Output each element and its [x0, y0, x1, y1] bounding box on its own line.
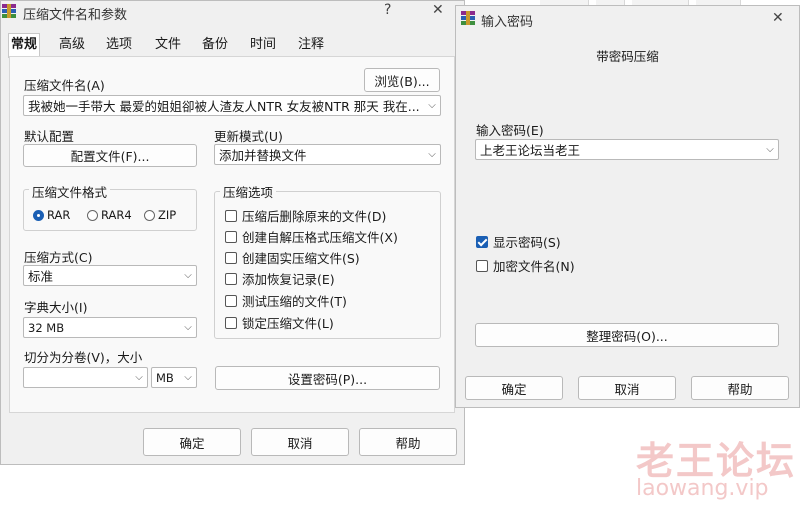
- format-label: RAR4: [101, 208, 132, 222]
- winrar-app-icon: [461, 11, 475, 25]
- close-icon[interactable]: ✕: [772, 10, 784, 26]
- split-size-input[interactable]: ⌵: [23, 367, 148, 388]
- checkbox-icon: [225, 251, 237, 264]
- profiles-button[interactable]: 配置文件(F)...: [23, 144, 197, 167]
- cancel-button[interactable]: 取消: [251, 428, 349, 456]
- option-solid[interactable]: 创建固实压缩文件(S): [225, 248, 360, 267]
- format-label: RAR: [47, 208, 71, 222]
- dictionary-size-select[interactable]: 32 MB ⌵: [23, 317, 197, 338]
- radio-icon: [87, 209, 98, 221]
- tab-time[interactable]: 时间: [248, 34, 278, 56]
- option-lock-archive[interactable]: 锁定压缩文件(L): [225, 313, 334, 332]
- option-delete-after[interactable]: 压缩后删除原来的文件(D): [225, 206, 386, 225]
- tab-general[interactable]: 常规: [8, 33, 41, 58]
- show-password-label: 显示密码(S): [493, 235, 561, 250]
- option-label: 添加恢复记录(E): [242, 272, 335, 287]
- general-tab-panel: 压缩文件名(A) 浏览(B)... 我被她一手带大 最爱的姐姐卻被人渣友人NTR…: [9, 56, 455, 413]
- chevron-down-icon: ⌵: [184, 372, 192, 383]
- split-volumes-label: 切分为分卷(V)，大小: [24, 350, 143, 365]
- window-title: 压缩文件名和参数: [23, 8, 128, 23]
- chevron-down-icon: ⌵: [428, 149, 436, 160]
- enter-password-label: 输入密码(E): [476, 123, 544, 138]
- checkbox-icon: [225, 316, 237, 329]
- checkbox-icon: [225, 272, 237, 285]
- radio-icon: [144, 209, 155, 221]
- title-bar: 压缩文件名和参数 ? ✕: [1, 1, 464, 23]
- update-mode-select[interactable]: 添加并替换文件 ⌵: [214, 144, 441, 165]
- option-label: 锁定压缩文件(L): [242, 316, 334, 331]
- tab-comment[interactable]: 注释: [296, 34, 326, 56]
- chevron-down-icon: ⌵: [428, 100, 436, 111]
- compression-method-select[interactable]: 标准 ⌵: [23, 265, 197, 286]
- checkbox-icon: [225, 209, 237, 222]
- encrypt-filenames-checkbox[interactable]: 加密文件名(N): [476, 256, 575, 275]
- chevron-down-icon: ⌵: [135, 372, 143, 383]
- browse-button[interactable]: 浏览(B)...: [364, 68, 440, 92]
- format-radio-rar[interactable]: RAR: [33, 208, 70, 222]
- option-recovery-record[interactable]: 添加恢复记录(E): [225, 269, 335, 288]
- help-button[interactable]: 帮助: [359, 428, 457, 456]
- option-label: 压缩后删除原来的文件(D): [242, 209, 387, 224]
- format-label: ZIP: [158, 208, 177, 222]
- chevron-down-icon: ⌵: [184, 322, 192, 333]
- split-unit-value: MB: [156, 370, 174, 385]
- chevron-down-icon: ⌵: [766, 144, 774, 155]
- update-mode-label: 更新模式(U): [214, 129, 283, 144]
- tab-backup[interactable]: 备份: [200, 34, 230, 56]
- option-label: 测试压缩的文件(T): [242, 294, 347, 309]
- checkbox-icon: [225, 294, 237, 307]
- dictionary-size-value: 32 MB: [28, 320, 65, 335]
- dialog-heading: 带密码压缩: [596, 49, 659, 64]
- checkbox-icon: [476, 259, 488, 272]
- split-unit-select[interactable]: MB ⌵: [151, 367, 197, 388]
- archive-format-label: 压缩文件格式: [29, 182, 111, 201]
- set-password-button[interactable]: 设置密码(P)...: [215, 366, 440, 390]
- checkbox-icon: [225, 230, 237, 243]
- tab-options[interactable]: 选项: [104, 34, 134, 56]
- format-radio-zip[interactable]: ZIP: [144, 208, 176, 222]
- dialog-title: 输入密码: [481, 15, 534, 30]
- dictionary-size-label: 字典大小(I): [24, 300, 88, 315]
- winrar-app-icon: [2, 4, 16, 18]
- dialog-cancel-button[interactable]: 取消: [578, 376, 676, 400]
- watermark-url: laowang.vip: [636, 476, 769, 501]
- password-dialog: 输入密码 ✕ 带密码压缩 输入密码(E) 上老王论坛当老王 ⌵ 显示密码(S) …: [455, 5, 800, 408]
- archive-name-value: 我被她一手带大 最爱的姐姐卻被人渣友人NTR 女友被NTR 那天 我在...: [28, 99, 420, 114]
- archive-name-label: 压缩文件名(A): [24, 78, 105, 93]
- help-title-button[interactable]: ?: [384, 2, 391, 18]
- ok-button[interactable]: 确定: [143, 428, 241, 456]
- archive-name-field[interactable]: 我被她一手带大 最爱的姐姐卻被人渣友人NTR 女友被NTR 那天 我在... ⌵: [23, 95, 441, 116]
- option-label: 创建固实压缩文件(S): [242, 251, 360, 266]
- chevron-down-icon: ⌵: [184, 270, 192, 281]
- checkbox-checked-icon: [476, 235, 488, 248]
- option-label: 创建自解压格式压缩文件(X): [242, 230, 398, 245]
- option-sfx[interactable]: 创建自解压格式压缩文件(X): [225, 227, 398, 246]
- password-value: 上老王论坛当老王: [480, 143, 581, 158]
- radio-selected-icon: [33, 209, 44, 221]
- close-icon[interactable]: ✕: [432, 2, 444, 18]
- compression-options-label: 压缩选项: [220, 182, 277, 201]
- encrypt-filenames-label: 加密文件名(N): [493, 259, 575, 274]
- organize-passwords-button[interactable]: 整理密码(O)...: [475, 323, 779, 347]
- dialog-help-button[interactable]: 帮助: [691, 376, 789, 400]
- compression-method-value: 标准: [28, 269, 54, 284]
- compression-method-label: 压缩方式(C): [24, 250, 93, 265]
- show-password-checkbox[interactable]: 显示密码(S): [476, 232, 561, 251]
- tab-advanced[interactable]: 高级: [57, 34, 87, 56]
- dialog-title-bar: 输入密码 ✕: [456, 6, 799, 30]
- dialog-ok-button[interactable]: 确定: [465, 376, 563, 400]
- password-input[interactable]: 上老王论坛当老王 ⌵: [475, 139, 779, 160]
- option-test-files[interactable]: 测试压缩的文件(T): [225, 291, 347, 310]
- update-mode-value: 添加并替换文件: [219, 148, 307, 163]
- format-radio-rar4[interactable]: RAR4: [87, 208, 132, 222]
- tab-files[interactable]: 文件: [153, 34, 183, 56]
- archive-name-and-parameters-window: 压缩文件名和参数 ? ✕ 常规 高级 选项 文件 备份 时间 注释 压缩文件名(…: [0, 0, 465, 465]
- tab-bar: 常规 高级 选项 文件 备份 时间 注释: [1, 33, 461, 58]
- default-profile-label: 默认配置: [24, 129, 75, 144]
